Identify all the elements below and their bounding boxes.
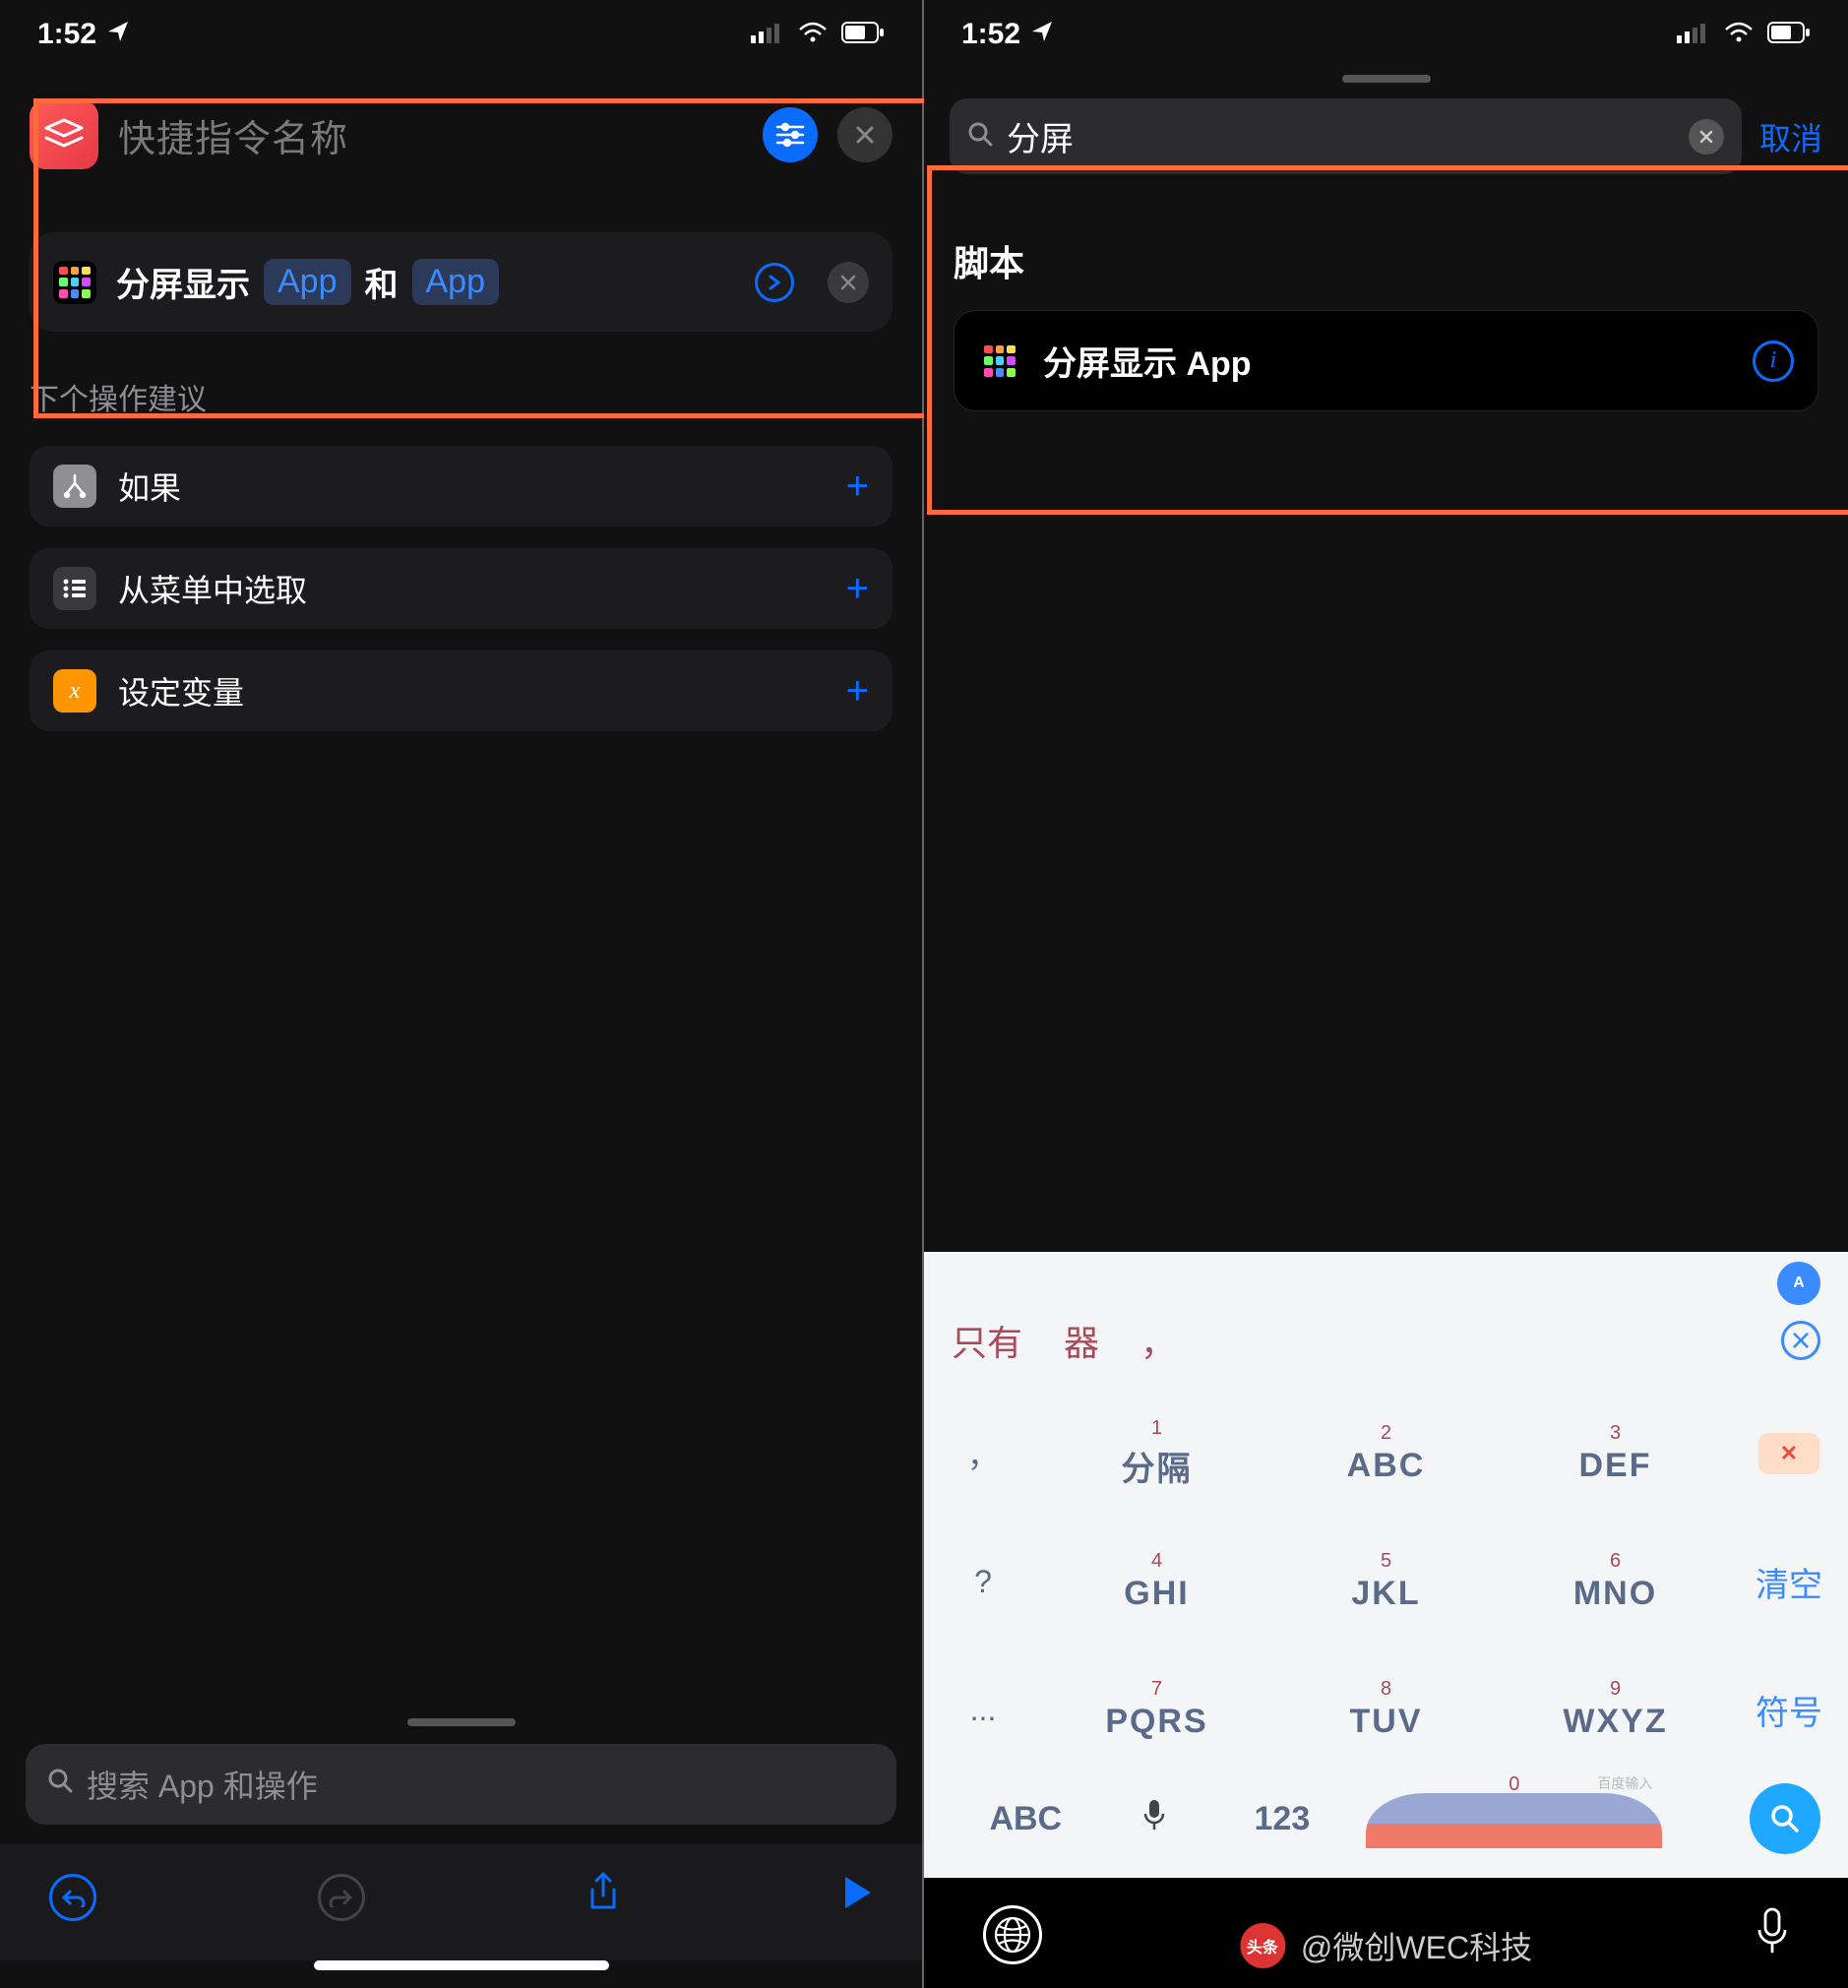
action-text: 分屏显示 App 和 App: [116, 258, 499, 306]
split-screen-action-card[interactable]: 分屏显示 App 和 App: [30, 232, 893, 332]
add-icon[interactable]: +: [846, 669, 869, 714]
suggestion-label: 如果: [118, 464, 825, 509]
variable-icon: x: [53, 669, 96, 713]
wifi-icon: [1724, 18, 1754, 51]
settings-button[interactable]: [763, 107, 818, 162]
home-indicator[interactable]: [314, 1960, 609, 1970]
keyboard-brand: 百度输入: [1597, 1773, 1652, 1793]
candidate-word[interactable]: 器: [1064, 1315, 1099, 1366]
status-time: 1:52: [961, 18, 1020, 51]
keyboard-mic-icon[interactable]: [1110, 1798, 1199, 1839]
suggestions-header: 下个操作建议: [0, 332, 922, 438]
search-input[interactable]: 分屏: [950, 98, 1742, 174]
wifi-icon: [798, 18, 828, 51]
sheet-grabber[interactable]: [407, 1718, 516, 1726]
delete-icon: ✕: [1758, 1433, 1819, 1474]
key-8[interactable]: 8TUV: [1271, 1646, 1501, 1773]
action-param-1[interactable]: App: [264, 259, 351, 305]
result-label: 分屏显示 App: [1043, 337, 1731, 385]
if-icon: [53, 465, 96, 508]
suggestion-variable[interactable]: x 设定变量 +: [30, 651, 893, 731]
battery-icon: [1767, 18, 1811, 51]
key-abc-mode[interactable]: ABC: [952, 1800, 1100, 1838]
dictation-icon[interactable]: [1756, 1906, 1789, 1964]
add-icon[interactable]: +: [846, 567, 869, 611]
suggestion-if[interactable]: 如果 +: [30, 446, 893, 527]
status-bar: 1:52: [924, 0, 1848, 61]
expand-action-icon[interactable]: [755, 263, 794, 302]
undo-button[interactable]: [49, 1874, 96, 1921]
key-numeric-mode[interactable]: 123: [1208, 1800, 1357, 1838]
info-icon[interactable]: i: [1753, 341, 1794, 382]
apps-grid-icon: [978, 340, 1021, 383]
key-question[interactable]: ?: [924, 1518, 1042, 1646]
section-scripts-title: 脚本: [924, 186, 1848, 310]
key-symbols[interactable]: 符号: [1730, 1646, 1848, 1773]
cancel-button[interactable]: 取消: [1759, 114, 1822, 159]
key-5[interactable]: 5JKL: [1271, 1518, 1501, 1646]
action-connector: 和: [365, 258, 399, 306]
key-2[interactable]: 2ABC: [1271, 1390, 1501, 1518]
keyboard-logo-icon[interactable]: A: [1777, 1262, 1820, 1305]
key-4[interactable]: 4GHI: [1042, 1518, 1271, 1646]
candidate-word[interactable]: ，: [1140, 1315, 1176, 1366]
signal-icon: [751, 18, 784, 51]
key-6[interactable]: 6MNO: [1501, 1518, 1730, 1646]
battery-icon: [841, 18, 885, 51]
remove-action-icon[interactable]: [828, 262, 869, 303]
signal-icon: [1677, 18, 1710, 51]
status-bar: 1:52: [0, 0, 922, 61]
search-icon: [47, 1768, 73, 1801]
key-delete[interactable]: ✕: [1730, 1390, 1848, 1518]
key-ellipsis[interactable]: ...: [924, 1646, 1042, 1773]
menu-icon: [53, 567, 96, 610]
watermark: 头条 @微创WEC科技: [1240, 1923, 1532, 1968]
shortcut-title-row: 快捷指令名称: [0, 61, 922, 199]
right-phone-screenshot: 1:52 分屏 取消: [924, 0, 1848, 1988]
close-button[interactable]: [837, 107, 893, 162]
action-param-2[interactable]: App: [412, 259, 500, 305]
action-label: 分屏显示: [116, 258, 250, 306]
result-split-screen-app[interactable]: 分屏显示 App i: [954, 310, 1818, 411]
location-icon: [106, 20, 130, 50]
toutiao-icon: 头条: [1240, 1923, 1285, 1968]
candidate-close-icon[interactable]: ×: [1781, 1321, 1820, 1360]
candidate-bar: 只有 器 ， ×: [924, 1305, 1848, 1390]
keyboard: A 只有 器 ， × ， 1分隔 2ABC 3DEF ✕ ? 4GHI 5J: [924, 1252, 1848, 1878]
apps-grid-icon: [53, 261, 96, 304]
key-7[interactable]: 7PQRS: [1042, 1646, 1271, 1773]
clear-search-icon[interactable]: [1689, 119, 1724, 155]
editor-toolbar: [0, 1844, 922, 1960]
keyboard-search-button[interactable]: [1750, 1783, 1820, 1854]
sheet-grabber[interactable]: [1342, 75, 1431, 83]
key-clear[interactable]: 清空: [1730, 1518, 1848, 1646]
redo-button: [318, 1874, 365, 1921]
key-space[interactable]: 0 百度输入: [1366, 1789, 1662, 1848]
location-icon: [1030, 20, 1054, 50]
search-placeholder: 搜索 App 和操作: [87, 1762, 318, 1807]
key-9[interactable]: 9WXYZ: [1501, 1646, 1730, 1773]
candidate-word[interactable]: 只有: [952, 1315, 1022, 1366]
suggestion-label: 设定变量: [118, 668, 825, 714]
watermark-text: @微创WEC科技: [1301, 1923, 1532, 1968]
suggestion-label: 从菜单中选取: [118, 566, 825, 611]
search-icon: [967, 121, 993, 152]
share-button[interactable]: [586, 1872, 620, 1923]
key-3[interactable]: 3DEF: [1501, 1390, 1730, 1518]
shortcut-app-icon[interactable]: [30, 100, 98, 169]
left-phone-screenshot: 1:52 快捷指令名称: [0, 0, 924, 1988]
shortcut-name-input[interactable]: 快捷指令名称: [118, 108, 743, 162]
status-time: 1:52: [37, 18, 96, 51]
key-1[interactable]: 1分隔: [1042, 1390, 1271, 1518]
search-value: 分屏: [1007, 112, 1675, 160]
search-actions-bar[interactable]: 搜索 App 和操作: [26, 1744, 896, 1825]
add-icon[interactable]: +: [846, 465, 869, 509]
key-comma[interactable]: ，: [924, 1390, 1042, 1518]
run-button[interactable]: [841, 1875, 873, 1920]
globe-icon[interactable]: [983, 1905, 1042, 1964]
suggestion-menu[interactable]: 从菜单中选取 +: [30, 548, 893, 629]
